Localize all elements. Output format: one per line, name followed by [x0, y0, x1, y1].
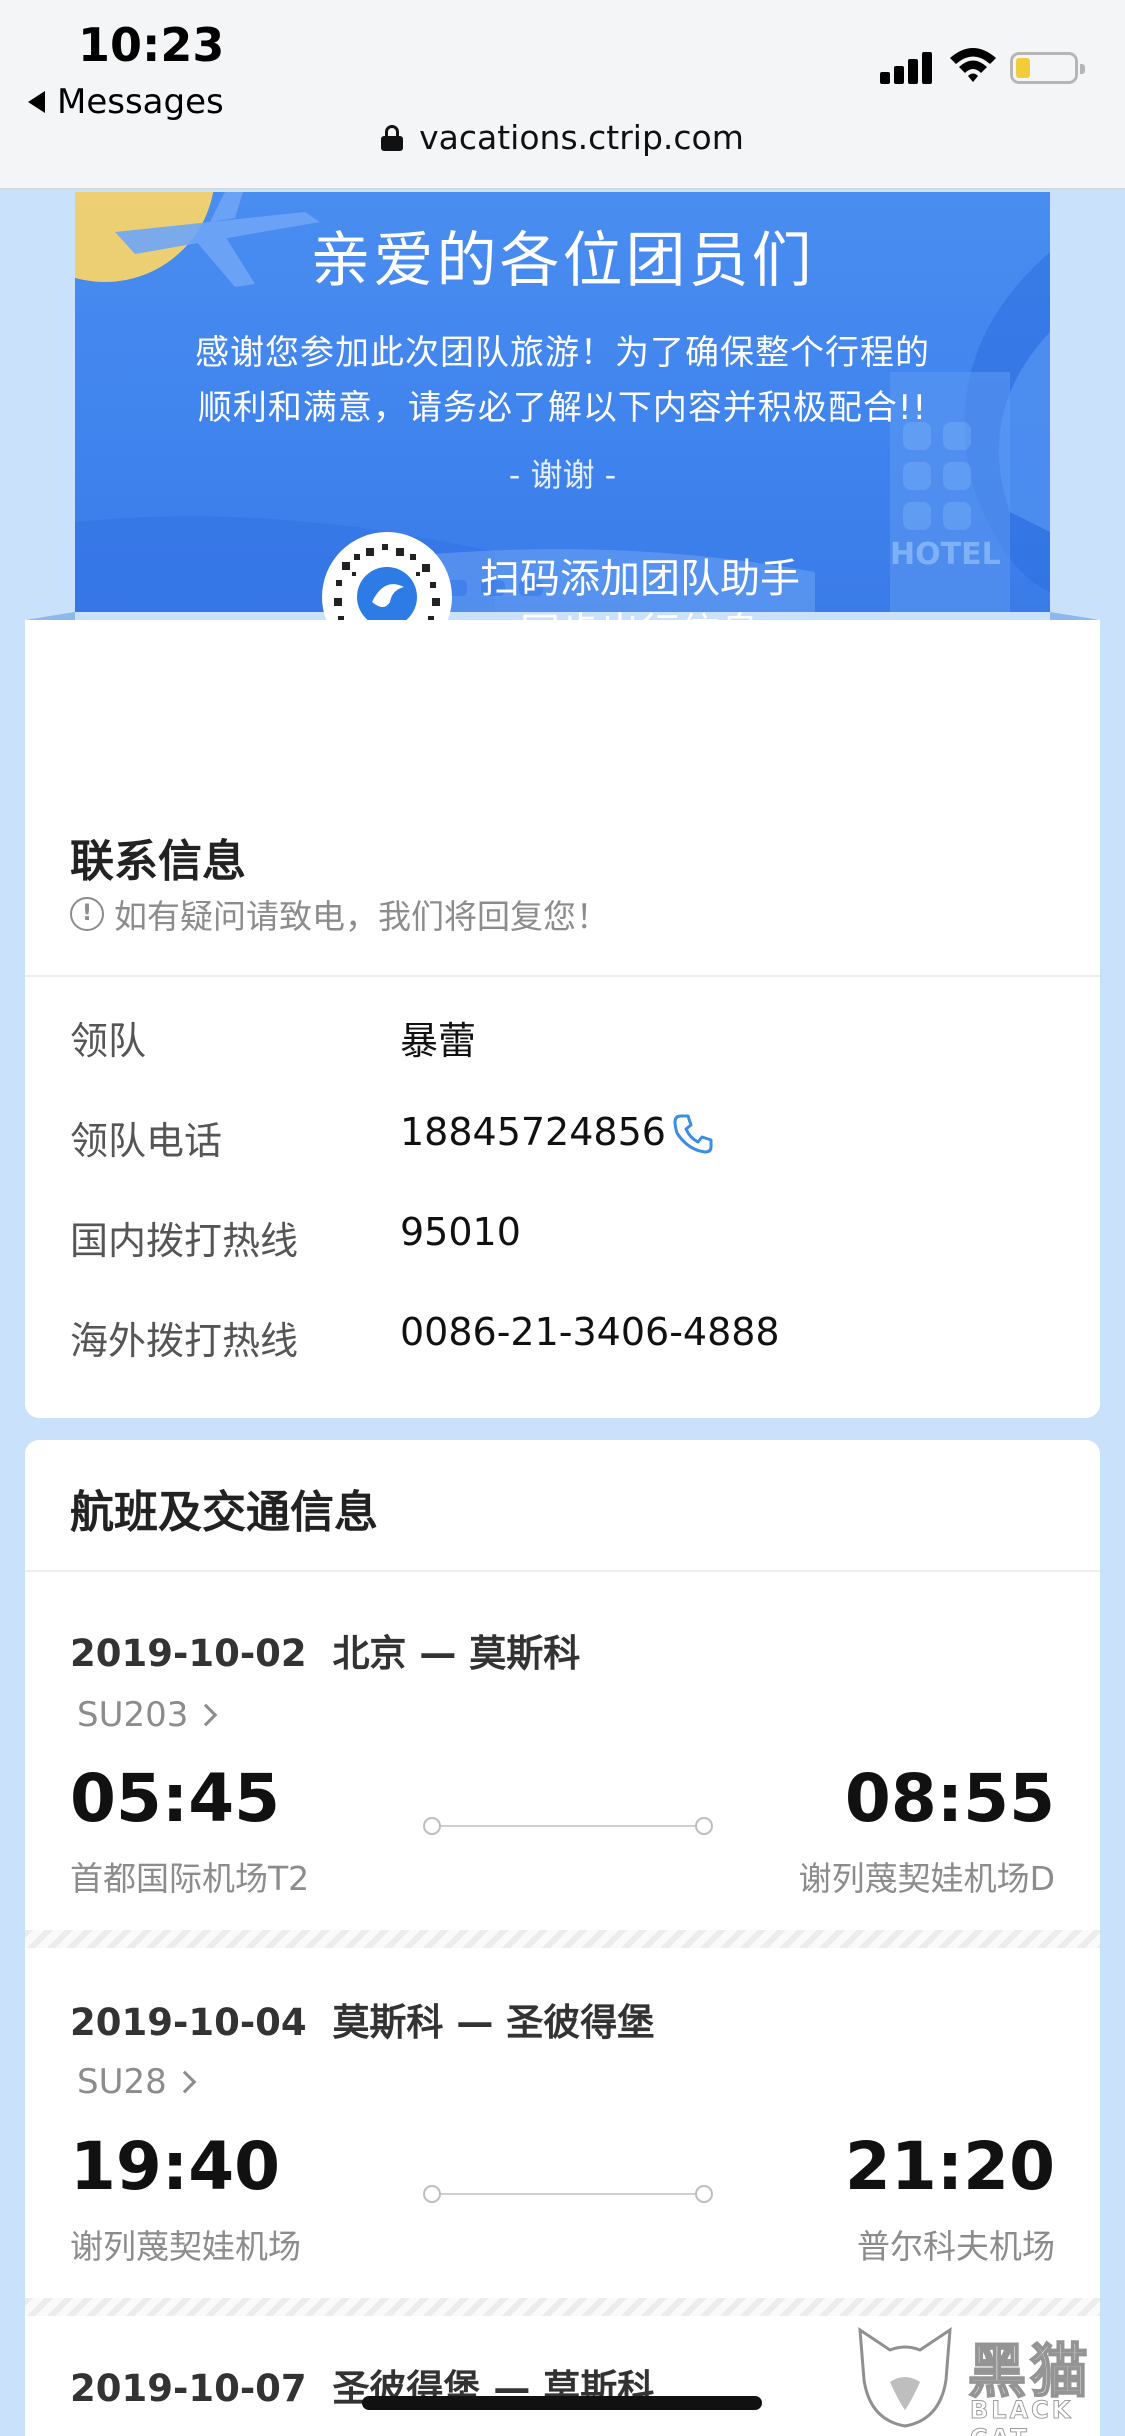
domestic-hotline-number[interactable]: 95010: [400, 1210, 521, 1254]
leader-phone-label: 领队电话: [70, 1119, 223, 1163]
url-text: vacations.ctrip.com: [419, 118, 744, 157]
divider: [25, 975, 1100, 977]
chevron-right-icon: [173, 2070, 197, 2094]
lock-icon: [381, 124, 404, 151]
overseas-hotline-label: 海外拨打热线: [70, 1319, 299, 1363]
flight-1-route-line: [423, 1816, 713, 1836]
battery-icon: [1010, 52, 1085, 84]
cellular-signal-icon: [880, 50, 936, 84]
contact-section-title: 联系信息: [70, 836, 246, 887]
banner-title: 亲爱的各位团员们: [310, 226, 815, 296]
leader-label: 领队: [70, 1019, 147, 1063]
home-indicator[interactable]: [362, 2396, 762, 2410]
flight-2-date: 2019-10-04: [70, 2001, 307, 2044]
back-to-messages-button[interactable]: Messages: [28, 82, 224, 122]
contact-notice-text: 如有疑问请致电，我们将回复您！: [114, 897, 609, 936]
banner-thanks: - 谢谢 -: [508, 456, 617, 494]
flight-1-arrival-time: 08:55: [844, 1760, 1055, 1837]
back-app-label: Messages: [57, 82, 224, 122]
leader-name: 暴蕾: [400, 1019, 477, 1063]
flight-2-arrival-time: 21:20: [844, 2128, 1055, 2205]
flight-separator: [25, 1930, 1100, 1948]
info-icon: !: [70, 897, 104, 931]
chevron-right-icon: [195, 1703, 218, 1727]
flight-2-route-line: [423, 2184, 713, 2204]
black-cat-logo-icon: [858, 2327, 952, 2428]
flight-1-departure-airport: 首都国际机场T2: [70, 1859, 310, 1898]
flight-1-arrival-airport: 谢列蔑契娃机场D: [798, 1859, 1055, 1898]
contact-notice: ! 如有疑问请致电，我们将回复您！: [70, 890, 609, 938]
flight-1-departure-time: 05:45: [70, 1760, 281, 1837]
flight-1-date: 2019-10-02: [70, 1632, 307, 1675]
banner-message-line-2: 顺利和满意，请务必了解以下内容并积极配合!!: [197, 388, 928, 428]
browser-status-bar: 10:23 Messages vacations.ctrip.com: [0, 0, 1125, 190]
overseas-hotline-number[interactable]: 0086-21-3406-4888: [400, 1310, 780, 1354]
flight-2-departure-airport: 谢列蔑契娃机场: [70, 2227, 301, 2266]
address-bar[interactable]: vacations.ctrip.com: [0, 118, 1125, 157]
flight-section-title: 航班及交通信息: [70, 1487, 378, 1538]
flight-3-date: 2019-10-07: [70, 2367, 307, 2410]
wifi-icon: [950, 48, 996, 82]
status-time: 10:23: [78, 18, 225, 72]
flight-2-header: 2019-10-04 莫斯科 — 圣彼得堡: [70, 1992, 654, 2046]
divider: [25, 1570, 1100, 1572]
flight-1-header: 2019-10-02 北京 — 莫斯科: [70, 1623, 580, 1677]
flight-info-card: 航班及交通信息 2019-10-02 北京 — 莫斯科 SU203 05:45 …: [25, 1440, 1100, 2436]
phone-call-icon[interactable]: [670, 1111, 716, 1157]
banner-message-line-1: 感谢您参加此次团队旅游！为了确保整个行程的: [195, 333, 930, 373]
qr-caption-line-1: 扫码添加团队助手: [480, 556, 800, 602]
flight-1-route: 北京 — 莫斯科: [332, 1632, 581, 1675]
flight-2-departure-time: 19:40: [70, 2128, 281, 2205]
flight-2-arrival-airport: 普尔科夫机场: [857, 2227, 1055, 2266]
flight-2-number-link[interactable]: SU28: [77, 2062, 197, 2102]
flight-2-route: 莫斯科 — 圣彼得堡: [332, 2001, 655, 2044]
flight-2-number: SU28: [77, 2062, 167, 2102]
flight-separator: [25, 2298, 1100, 2316]
flight-1-number: SU203: [77, 1695, 189, 1735]
flight-1-number-link[interactable]: SU203: [77, 1695, 218, 1735]
domestic-hotline-label: 国内拨打热线: [70, 1219, 299, 1263]
back-triangle-icon: [28, 91, 45, 113]
leader-phone-number[interactable]: 18845724856: [400, 1110, 666, 1154]
black-cat-watermark: 黑猫 BLACK CAT: [850, 2320, 1120, 2436]
watermark-english: BLACK CAT: [970, 2396, 1074, 2436]
contact-info-card: 联系信息 ! 如有疑问请致电，我们将回复您！ 领队 暴蕾 领队电话 188457…: [25, 620, 1100, 1418]
